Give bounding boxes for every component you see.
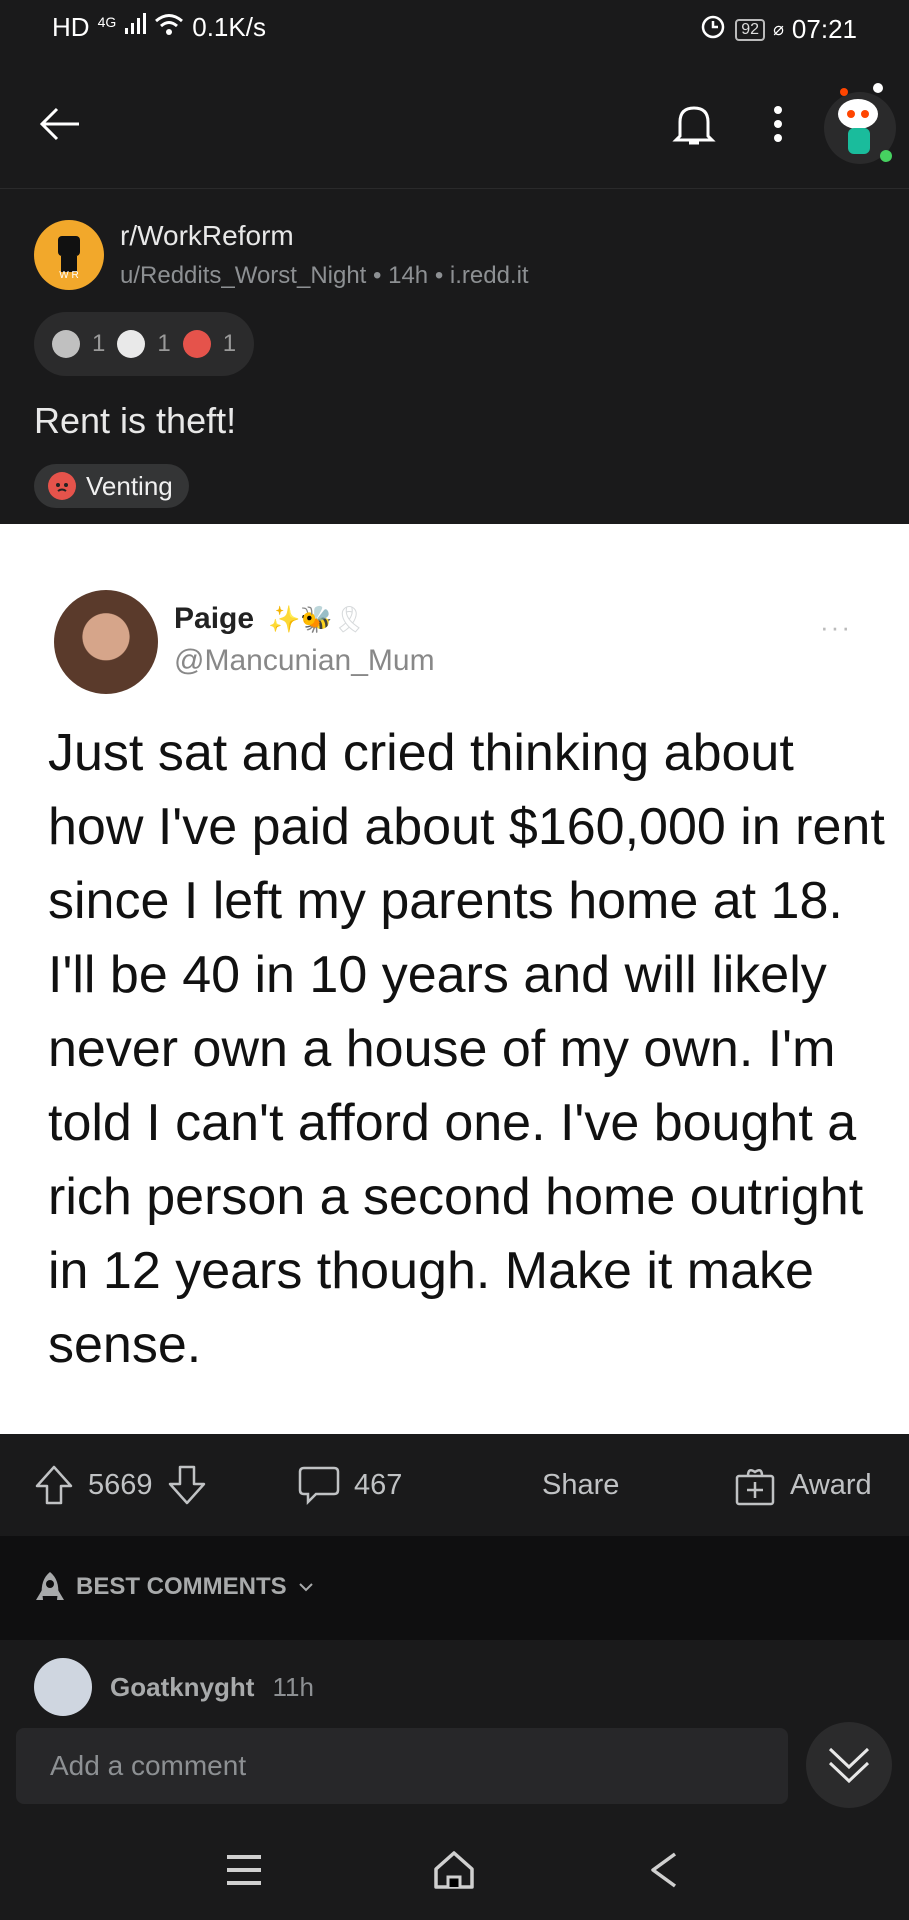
tweet-more-icon: ··· [820,612,852,642]
back-button[interactable] [30,94,90,154]
more-options-button[interactable] [758,94,798,154]
raised-fist-icon: W R [58,236,80,280]
vote-group: 5669 [34,1434,207,1536]
battery-indicator: 92 [735,18,766,41]
wholesome-award-icon [117,330,146,358]
recents-button[interactable] [214,1840,274,1900]
vertical-dots-icon [774,106,782,142]
net-speed: 0.1K/s [192,12,266,42]
user-avatar-button[interactable] [822,70,898,170]
post-author[interactable]: u/Reddits_Worst_Night [120,262,366,289]
comment-count: 467 [354,1468,403,1501]
home-icon [434,1851,474,1889]
home-button[interactable] [424,1840,484,1900]
award-count: 1 [157,330,171,357]
award-button[interactable]: Award [734,1434,872,1536]
gift-icon [735,1468,775,1506]
clock: 07:21 [791,14,857,44]
upvote-icon[interactable] [34,1464,74,1506]
post-age: 14h [388,262,429,289]
share-label: Share [542,1468,620,1501]
signal-label: 4G [97,13,117,30]
share-button[interactable]: Share [542,1434,619,1536]
comments-button[interactable]: 467 [298,1434,402,1536]
network-label: HD [52,12,90,42]
tweet-avatar [54,590,158,694]
svg-text:W R: W R [59,270,78,280]
post-action-bar: 5669 467 Share Award [0,1434,909,1536]
downvote-icon[interactable] [167,1464,207,1506]
post-meta: u/Reddits_Worst_Night • 14h • i.redd.it [120,262,529,290]
signal-bars-icon [124,12,147,43]
angry-face-icon [48,472,76,500]
wifi-icon [154,12,184,43]
comments-sort-button[interactable]: BEST COMMENTS [34,1570,315,1604]
flair-label: Venting [86,470,173,501]
online-status-dot [880,150,892,162]
silver-award-icon [52,330,80,358]
bell-icon [672,106,716,145]
post-flair[interactable]: Venting [34,464,189,508]
award-count: 1 [92,330,106,357]
post-title: Rent is theft! [34,400,237,441]
tweet-name-emojis: ✨🐝🎗 [268,604,366,634]
commenter-avatar[interactable] [34,1658,92,1716]
snoo-avatar-icon [824,83,896,164]
vote-score: 5669 [88,1468,153,1501]
back-nav-button[interactable] [634,1840,694,1900]
notifications-button[interactable] [664,94,724,154]
triangle-back-icon [651,1852,677,1888]
comment-header: Goatknyght 11h [34,1658,314,1716]
arrow-left-icon [39,107,79,141]
meta-separator: • [373,262,389,289]
post-domain[interactable]: i.redd.it [450,262,529,289]
awards-pill[interactable]: 1 1 1 [34,312,255,376]
community-name[interactable]: r/WorkReform [120,220,294,252]
twenty-award-icon [182,330,211,358]
tweet-author-name: Paige [174,602,255,635]
double-chevron-down-icon [828,1747,870,1784]
comment-bubble-icon [298,1466,340,1506]
comment-age: 11h [272,1671,314,1702]
community-icon[interactable]: W R [34,220,104,290]
next-comment-button[interactable] [806,1722,892,1808]
meta-separator: • [434,262,450,289]
status-bar: HD 4G 0.1K/s 92 ⌀ 07:21 [0,0,909,56]
system-nav-bar [0,1820,909,1920]
add-comment-input[interactable]: Add a comment [16,1728,788,1804]
rocket-icon [36,1572,64,1600]
leaf-icon: ⌀ [773,19,784,39]
app-bar [0,56,909,189]
award-count: 1 [222,330,237,357]
sort-label: BEST COMMENTS [76,1573,287,1600]
tweet-text: Just sat and cried thinking about how I'… [48,724,885,1374]
alarm-icon [699,12,727,47]
commenter-username[interactable]: Goatknyght [110,1672,254,1703]
menu-icon [227,1855,261,1885]
award-label: Award [790,1468,872,1501]
tweet-handle: @Mancunian_Mum [174,644,435,677]
chevron-down-icon [298,1583,313,1592]
